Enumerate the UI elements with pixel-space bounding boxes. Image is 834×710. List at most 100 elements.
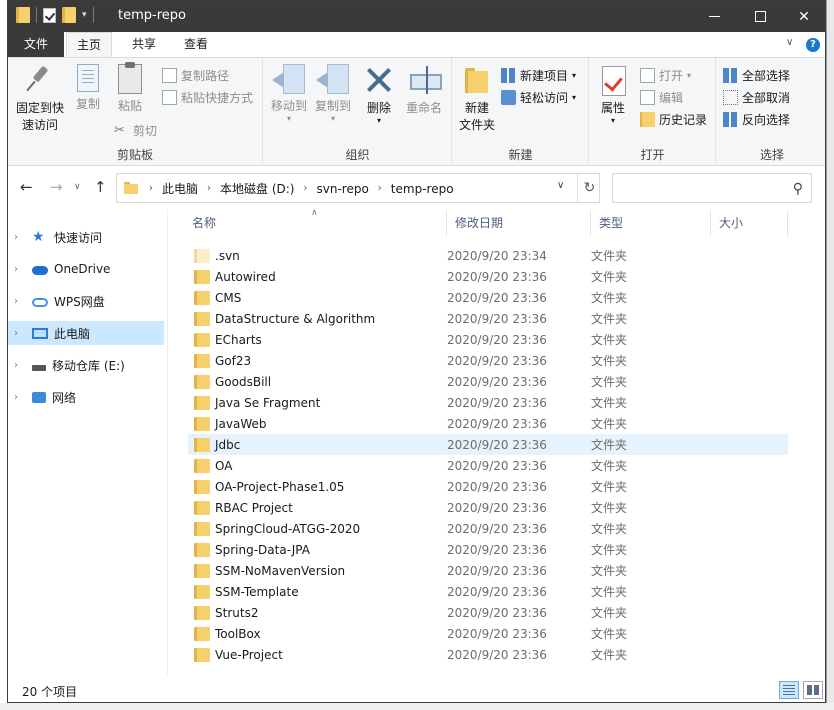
open-group-label: 打开 bbox=[640, 148, 665, 162]
new-item-button[interactable]: 新建项目 ▾ bbox=[501, 65, 576, 85]
select-all-button[interactable]: 全部选择 bbox=[723, 65, 790, 85]
table-row[interactable]: Java Se Fragment 2020/9/20 23:36 文件夹 bbox=[188, 392, 788, 413]
file-date: 2020/9/20 23:36 bbox=[447, 521, 547, 536]
details-view-icon[interactable] bbox=[779, 681, 799, 699]
breadcrumb-chevron-icon[interactable]: › bbox=[303, 183, 307, 194]
refresh-icon[interactable]: ↻ bbox=[577, 174, 601, 202]
minimize-button[interactable] bbox=[691, 1, 737, 32]
close-button[interactable]: ✕ bbox=[781, 1, 825, 32]
maximize-button[interactable] bbox=[737, 1, 783, 32]
collapse-ribbon-chevron-icon[interactable]: ∨ bbox=[786, 37, 793, 48]
table-row[interactable]: Spring-Data-JPA 2020/9/20 23:36 文件夹 bbox=[188, 539, 788, 560]
invert-selection-button[interactable]: 反向选择 bbox=[723, 109, 790, 129]
large-icons-view-icon[interactable] bbox=[803, 681, 823, 699]
table-row[interactable]: ECharts 2020/9/20 23:36 文件夹 bbox=[188, 329, 788, 350]
file-name: ToolBox bbox=[215, 626, 261, 641]
address-history-chevron-icon[interactable]: ∨ bbox=[557, 180, 564, 191]
cut-button[interactable]: ✂ 剪切 bbox=[114, 120, 157, 140]
properties-button[interactable]: 属性 ▾ bbox=[596, 64, 630, 125]
window-title: temp-repo bbox=[118, 8, 186, 23]
file-type: 文件夹 bbox=[591, 480, 628, 494]
edit-button[interactable]: 编辑 bbox=[640, 87, 683, 107]
paste-shortcut-button[interactable]: 粘贴快捷方式 bbox=[162, 87, 253, 107]
edit-icon bbox=[640, 89, 655, 105]
table-row[interactable]: Autowired 2020/9/20 23:36 文件夹 bbox=[188, 266, 788, 287]
column-header-type[interactable]: 类型 bbox=[591, 210, 711, 237]
copy-button[interactable]: 复制 bbox=[70, 64, 106, 113]
table-row[interactable]: DataStructure & Algorithm 2020/9/20 23:36… bbox=[188, 308, 788, 329]
table-row[interactable]: Gof23 2020/9/20 23:36 文件夹 bbox=[188, 350, 788, 371]
tab-file[interactable]: 文件 bbox=[8, 32, 64, 57]
new-folder-qat-icon[interactable] bbox=[62, 7, 76, 23]
expand-chevron-icon[interactable]: › bbox=[14, 392, 24, 403]
breadcrumb-temp-repo[interactable]: temp-repo bbox=[391, 182, 454, 196]
table-row[interactable]: .svn 2020/9/20 23:34 文件夹 bbox=[188, 245, 788, 266]
open-button[interactable]: 打开 ▾ bbox=[640, 65, 691, 85]
nav-item-network[interactable]: › 网络 bbox=[8, 385, 164, 409]
table-row[interactable]: SSM-NoMavenVersion 2020/9/20 23:36 文件夹 bbox=[188, 560, 788, 581]
table-row[interactable]: SSM-Template 2020/9/20 23:36 文件夹 bbox=[188, 581, 788, 602]
column-header-date[interactable]: 修改日期 bbox=[447, 210, 591, 237]
tab-home[interactable]: 主页 bbox=[66, 32, 113, 58]
minimize-icon bbox=[708, 16, 720, 17]
breadcrumb-chevron-icon[interactable]: › bbox=[378, 183, 382, 194]
help-icon[interactable]: ? bbox=[806, 38, 820, 52]
pin-to-quick-access-button[interactable]: 固定到快 速访问 bbox=[14, 64, 66, 134]
expand-chevron-icon[interactable]: › bbox=[14, 264, 24, 275]
breadcrumb-svn-repo[interactable]: svn-repo bbox=[316, 182, 368, 196]
nav-item-wps-cloud[interactable]: › WPS网盘 bbox=[8, 289, 164, 313]
copy-to-button[interactable]: 复制到 ▾ bbox=[312, 64, 354, 123]
file-name: RBAC Project bbox=[215, 500, 293, 515]
paste-button[interactable]: 粘贴 bbox=[112, 62, 148, 115]
expand-chevron-icon[interactable]: › bbox=[14, 232, 24, 243]
tab-share[interactable]: 共享 bbox=[122, 32, 166, 57]
up-arrow-icon[interactable]: ↑ bbox=[94, 178, 107, 196]
properties-chevron-icon: ▾ bbox=[610, 116, 615, 125]
nav-item-quick-access[interactable]: › ★ 快速访问 bbox=[8, 225, 164, 249]
folder-icon bbox=[194, 584, 210, 599]
move-to-button[interactable]: 移动到 ▾ bbox=[268, 64, 310, 123]
toolbar-separator bbox=[92, 7, 94, 23]
breadcrumb-this-pc[interactable]: 此电脑 bbox=[162, 180, 198, 197]
nav-item-onedrive[interactable]: › OneDrive bbox=[8, 257, 164, 281]
recent-locations-chevron-icon[interactable]: ∨ bbox=[74, 182, 81, 192]
table-row[interactable]: Jdbc 2020/9/20 23:36 文件夹 bbox=[188, 434, 788, 455]
quick-access-toolbar: ▾ bbox=[16, 7, 94, 23]
delete-button[interactable]: 删除 ▾ bbox=[362, 64, 396, 125]
expand-chevron-icon[interactable]: › bbox=[14, 328, 24, 339]
table-row[interactable]: ToolBox 2020/9/20 23:36 文件夹 bbox=[188, 623, 788, 644]
table-row[interactable]: OA-Project-Phase1.05 2020/9/20 23:36 文件夹 bbox=[188, 476, 788, 497]
expand-chevron-icon[interactable]: › bbox=[14, 360, 24, 371]
table-row[interactable]: CMS 2020/9/20 23:36 文件夹 bbox=[188, 287, 788, 308]
easy-access-button[interactable]: 轻松访问 ▾ bbox=[501, 87, 576, 107]
tab-view[interactable]: 查看 bbox=[174, 32, 218, 57]
back-arrow-icon[interactable]: ← bbox=[20, 178, 33, 196]
column-header-name[interactable]: 名称 bbox=[184, 210, 447, 237]
history-button[interactable]: 历史记录 bbox=[640, 109, 707, 129]
table-row[interactable]: OA 2020/9/20 23:36 文件夹 bbox=[188, 455, 788, 476]
new-folder-button[interactable]: 新建 文件夹 bbox=[457, 64, 497, 134]
copy-path-button[interactable]: 复制路径 bbox=[162, 65, 229, 85]
column-header-size[interactable]: 大小 bbox=[711, 210, 788, 237]
nav-item-this-pc[interactable]: › 此电脑 bbox=[8, 321, 164, 345]
properties-qat-icon[interactable] bbox=[43, 7, 56, 23]
table-row[interactable]: Vue-Project 2020/9/20 23:36 文件夹 bbox=[188, 644, 788, 665]
select-none-button[interactable]: 全部取消 bbox=[723, 87, 790, 107]
copy-path-icon bbox=[162, 67, 177, 83]
breadcrumb-chevron-icon[interactable]: › bbox=[207, 183, 211, 194]
forward-arrow-icon[interactable]: → bbox=[50, 178, 63, 196]
expand-chevron-icon[interactable]: › bbox=[14, 296, 24, 307]
search-input[interactable]: ⚲ bbox=[612, 173, 812, 203]
customize-qat-chevron-icon[interactable]: ▾ bbox=[82, 10, 87, 20]
nav-item-removable-drive-e[interactable]: › 移动仓库 (E:) bbox=[8, 353, 164, 377]
breadcrumb-local-disk-d[interactable]: 本地磁盘 (D:) bbox=[220, 180, 294, 197]
breadcrumb-chevron-icon[interactable]: › bbox=[149, 183, 153, 194]
table-row[interactable]: JavaWeb 2020/9/20 23:36 文件夹 bbox=[188, 413, 788, 434]
table-row[interactable]: Struts2 2020/9/20 23:36 文件夹 bbox=[188, 602, 788, 623]
table-row[interactable]: GoodsBill 2020/9/20 23:36 文件夹 bbox=[188, 371, 788, 392]
file-date: 2020/9/20 23:36 bbox=[447, 626, 547, 641]
table-row[interactable]: RBAC Project 2020/9/20 23:36 文件夹 bbox=[188, 497, 788, 518]
rename-button[interactable]: 重命名 bbox=[402, 64, 446, 117]
table-row[interactable]: SpringCloud-ATGG-2020 2020/9/20 23:36 文件夹 bbox=[188, 518, 788, 539]
address-bar[interactable]: › 此电脑 › 本地磁盘 (D:) › svn-repo › temp-repo… bbox=[116, 173, 600, 203]
